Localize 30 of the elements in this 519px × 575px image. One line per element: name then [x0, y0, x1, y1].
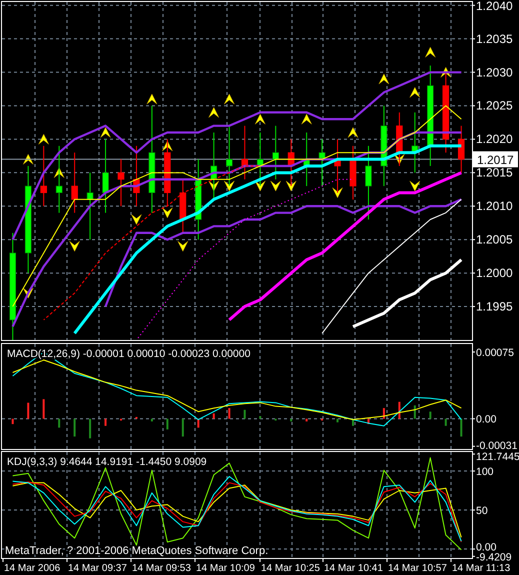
axis-label: 1.2010 — [476, 199, 513, 214]
time-label: 14 Mar 11:13 — [452, 563, 510, 574]
axis-label: -9.4209 — [476, 551, 512, 564]
time-label: 14 Mar 09:37 — [68, 563, 127, 574]
axis-label: 1.2005 — [476, 232, 513, 247]
axis-label: 1.2020 — [476, 132, 513, 146]
axis-label: 1.1995 — [476, 300, 513, 314]
time-label: 14 Mar 09:53 — [132, 563, 191, 574]
axis-label: 1.2030 — [476, 65, 513, 80]
axis-label: 1.2015 — [476, 166, 513, 180]
axis-label: 0.00 — [476, 414, 496, 426]
copyright-text: MetaTrader, ? 2001-2006 MetaQuotes Software Corp. — [5, 545, 268, 557]
price-label: 1.2017 — [473, 151, 518, 168]
axis-label: 100 — [476, 466, 494, 478]
axis-label: 121.7445 — [476, 451, 519, 463]
ref-line-label: 1.2017 — [477, 152, 514, 167]
axis-label: 0.00 — [476, 541, 496, 554]
time-label: 14 Mar 10:09 — [196, 563, 255, 574]
time-label: 14 Mar 10:57 — [388, 563, 447, 574]
axis-label: 0.00075 — [476, 347, 514, 359]
time-label: 14 Mar 10:25 — [261, 563, 320, 574]
axis-label: 1.2040 — [476, 0, 513, 13]
indicator-title: KDJ(9,3,3) 9.4644 14.9191 -1.4450 9.0909 — [7, 456, 207, 468]
axis-label: 1.2035 — [476, 32, 513, 46]
axis-label: 1.2025 — [476, 98, 513, 113]
axis-label: 1.2000 — [476, 266, 513, 280]
axis-label: 50 — [476, 505, 488, 518]
axis-label: -0.00031 — [476, 440, 518, 450]
time-label: 14 Mar 10:41 — [324, 563, 383, 574]
time-label: 14 Mar 2006 — [4, 563, 60, 574]
